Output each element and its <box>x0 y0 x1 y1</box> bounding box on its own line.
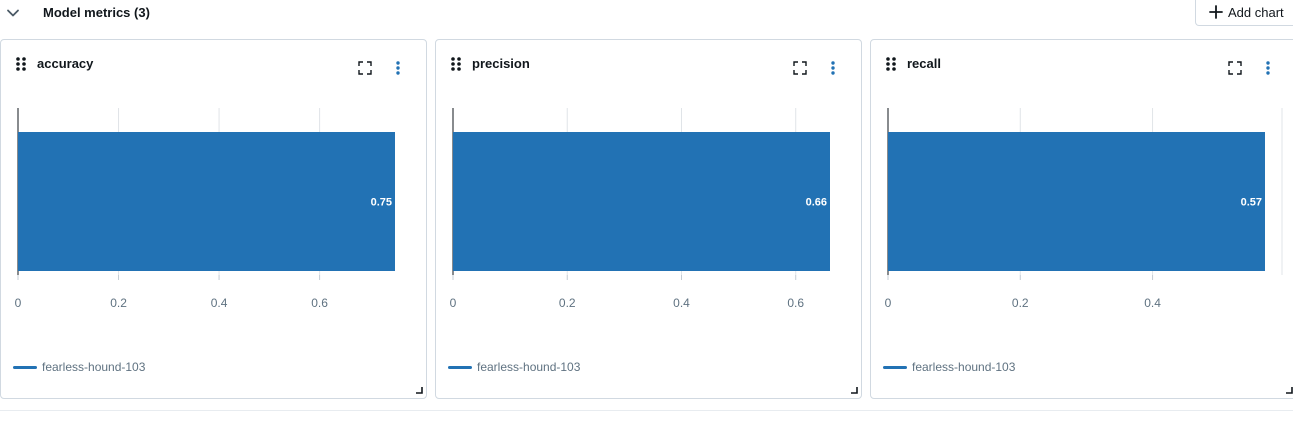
chevron-down-icon[interactable] <box>4 4 22 22</box>
section-title: Model metrics (3) <box>43 5 150 20</box>
x-tick-label: 0.2 <box>110 296 127 310</box>
legend-swatch <box>13 366 37 369</box>
bar-accuracy[interactable] <box>18 132 395 271</box>
legend-swatch <box>883 366 907 369</box>
metric-card-accuracy: accuracy 0 0.2 0.4 0.6 0.75 fearless-hound-103 <box>0 39 427 399</box>
legend-swatch <box>448 366 472 369</box>
x-tick-label: 0.6 <box>311 296 328 310</box>
legend-label: fearless-hound-103 <box>477 360 581 374</box>
plus-icon <box>1209 5 1223 19</box>
metric-bar-chart: 0 0.2 0.4 0.6 0.66 <box>450 108 830 310</box>
x-tick-label: 0.4 <box>673 296 690 310</box>
x-tick-label: 0 <box>15 296 22 310</box>
bar-value-label: 0.57 <box>1241 197 1262 209</box>
section-divider <box>0 410 1293 411</box>
add-chart-label: Add chart <box>1228 5 1284 20</box>
x-tick-label: 0.2 <box>1012 296 1029 310</box>
metric-bar-chart: 0 0.2 0.4 0.6 0.75 <box>15 108 395 310</box>
legend-label: fearless-hound-103 <box>912 360 1016 374</box>
model-metrics-section-header: Model metrics (3) Add chart <box>0 0 1293 28</box>
resize-handle-icon[interactable] <box>850 386 858 394</box>
bar-recall[interactable] <box>888 132 1265 271</box>
resize-handle-icon[interactable] <box>1285 386 1293 394</box>
bar-value-label: 0.66 <box>806 197 827 209</box>
metric-bar-chart: 0 0.2 0.4 0.57 <box>885 108 1283 310</box>
x-tick-label: 0.4 <box>211 296 228 310</box>
add-chart-button[interactable]: Add chart <box>1195 0 1293 26</box>
bar-precision[interactable] <box>453 132 830 271</box>
x-tick-label: 0 <box>885 296 892 310</box>
x-tick-label: 0.6 <box>787 296 804 310</box>
x-tick-label: 0.2 <box>559 296 576 310</box>
legend-label: fearless-hound-103 <box>42 360 146 374</box>
resize-handle-icon[interactable] <box>415 386 423 394</box>
metric-card-precision: precision 0 0.2 0.4 0.6 0.66 fearless-hound-10… <box>435 39 862 399</box>
bar-value-label: 0.75 <box>371 197 392 209</box>
x-tick-label: 0 <box>450 296 457 310</box>
x-tick-label: 0.4 <box>1144 296 1161 310</box>
metric-card-recall: recall 0 0.2 0.4 0.57 fearless-hound-103 <box>870 39 1293 399</box>
